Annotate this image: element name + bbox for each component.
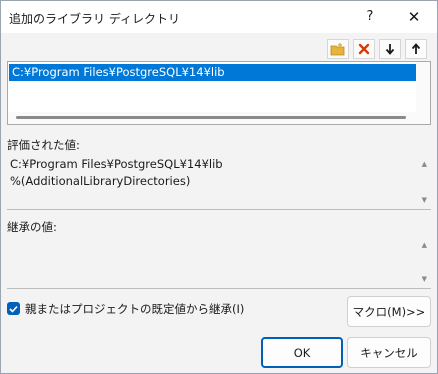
inherit-checkbox-label[interactable]: 親またはプロジェクトの既定値から継承(I) [25, 301, 244, 317]
evaluated-values-label: 評価された値: [7, 138, 80, 152]
inherited-values-label: 継承の値: [7, 220, 57, 234]
scroll-up-icon[interactable]: ▲ [422, 160, 427, 168]
library-directories-dialog: 追加のライブラリ ディレクトリ ? ✕ C:¥Program Files¥Pos… [0, 0, 438, 374]
scroll-up-icon[interactable]: ▲ [422, 241, 427, 249]
help-button[interactable]: ? [357, 6, 383, 28]
inherited-values-box: ▲ ▼ [7, 235, 431, 289]
checkmark-icon [9, 305, 18, 313]
horizontal-scroll-thumb[interactable] [16, 116, 406, 119]
directory-list[interactable]: C:¥Program Files¥PostgreSQL¥14¥lib [7, 61, 431, 125]
title-bar: 追加のライブラリ ディレクトリ ? ✕ [1, 1, 437, 33]
evaluated-line: C:¥Program Files¥PostgreSQL¥14¥lib [10, 157, 223, 171]
close-button[interactable]: ✕ [401, 6, 427, 28]
move-up-icon [411, 43, 421, 54]
ok-button[interactable]: OK [261, 337, 343, 368]
move-down-icon [385, 44, 395, 55]
evaluated-values-box: C:¥Program Files¥PostgreSQL¥14¥lib %(Add… [7, 154, 431, 210]
list-item[interactable]: C:¥Program Files¥PostgreSQL¥14¥lib [9, 64, 416, 81]
macro-button[interactable]: マクロ(M)>> [347, 296, 431, 327]
cancel-button[interactable]: キャンセル [347, 337, 431, 368]
new-line-button[interactable] [327, 39, 349, 59]
move-down-button[interactable] [379, 39, 401, 59]
inherit-checkbox[interactable] [7, 302, 20, 315]
evaluated-line: %(AdditionalLibraryDirectories) [10, 174, 191, 188]
new-folder-icon [330, 43, 345, 56]
scroll-down-icon[interactable]: ▼ [422, 275, 427, 283]
scroll-down-icon[interactable]: ▼ [422, 196, 427, 204]
dialog-title: 追加のライブラリ ディレクトリ [9, 12, 180, 26]
horizontal-scrollbar[interactable] [8, 112, 416, 124]
delete-icon [358, 43, 370, 55]
move-up-button[interactable] [405, 39, 427, 59]
vertical-scrollbar[interactable] [416, 62, 430, 124]
delete-button[interactable] [353, 39, 375, 59]
